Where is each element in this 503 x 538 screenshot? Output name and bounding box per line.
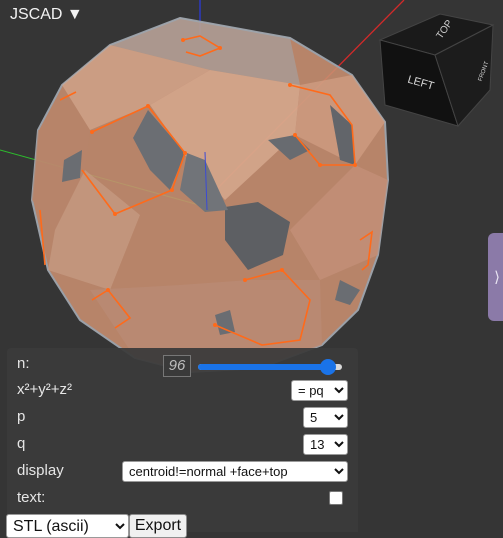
param-row-display: display centroid!=normal +face+top [17, 459, 348, 483]
param-row-p: p 5 [17, 405, 348, 429]
param-label-q: q [17, 435, 26, 452]
sphere-select[interactable]: = pq [291, 380, 348, 401]
param-row-n: n: 96 [17, 352, 348, 377]
param-label-p: p [17, 408, 26, 425]
display-select[interactable]: centroid!=normal +face+top [122, 461, 348, 482]
n-slider[interactable] [198, 359, 342, 375]
q-select[interactable]: 13 [303, 434, 348, 455]
app-menu-title[interactable]: JSCAD ▼ [10, 6, 83, 24]
export-format-select[interactable]: STL (ascii) [6, 514, 129, 538]
export-button[interactable]: Export [129, 514, 187, 538]
text-checkbox[interactable] [329, 491, 343, 505]
polyhedron-model [30, 16, 390, 374]
param-label-sphere: x²+y²+z² [17, 381, 73, 398]
param-label-text: text: [17, 489, 46, 506]
n-slider-thumb[interactable] [319, 359, 336, 375]
chevron-right-icon: ⟩ [494, 269, 500, 286]
n-slider-fill [198, 364, 328, 370]
param-row-text: text: [17, 486, 348, 510]
param-label-n: n: [17, 355, 30, 372]
param-row-sphere: x²+y²+z² = pq [17, 378, 348, 402]
param-row-q: q 13 [17, 432, 348, 456]
view-cube[interactable]: TOP LEFT FRONT [378, 13, 495, 127]
side-panel-toggle[interactable]: ⟩ [488, 233, 503, 321]
p-select[interactable]: 5 [303, 407, 348, 428]
parameters-panel: n: 96 x²+y²+z² = pq p 5 q 13 display cen… [7, 348, 358, 532]
n-value-display: 96 [163, 355, 191, 377]
param-label-display: display [17, 462, 64, 479]
